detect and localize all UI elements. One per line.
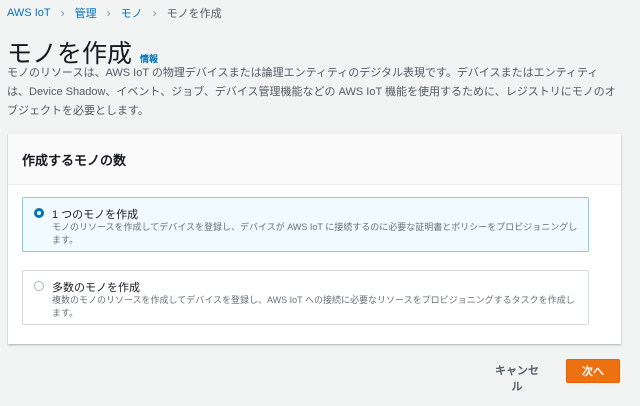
breadcrumb-aws-iot[interactable]: AWS IoT — [7, 7, 51, 19]
cancel-button[interactable]: キャンセル — [484, 361, 550, 393]
next-button[interactable]: 次へ — [566, 359, 620, 383]
breadcrumb-current: モノを作成 — [166, 8, 222, 20]
panel-header: 作成するモノの数 — [8, 134, 621, 185]
option-label: 多数のモノを作成 — [52, 282, 140, 294]
panel-title: 作成するモノの数 — [22, 152, 127, 168]
breadcrumb-manage[interactable]: 管理 — [75, 5, 97, 21]
radio-selected[interactable] — [34, 208, 44, 218]
breadcrumb: AWS IoT › 管理 › モノ › モノを作成 — [7, 5, 222, 21]
option-single-thing[interactable]: 1 つのモノを作成 モノのリソースを作成してデバイスを登録し、デバイスが AWS… — [22, 197, 589, 252]
option-label: 1 つのモノを作成 — [52, 209, 139, 221]
chevron-right-icon: › — [60, 6, 65, 20]
option-many-things[interactable]: 多数のモノを作成 複数のモノのリソースを作成してデバイスを登録し、AWS IoT… — [22, 270, 589, 325]
chevron-right-icon: › — [152, 6, 157, 20]
thing-count-panel: 作成するモノの数 1 つのモノを作成 モノのリソースを作成してデバイスを登録し、… — [8, 134, 621, 344]
chevron-right-icon: › — [106, 6, 111, 20]
option-description: モノのリソースを作成してデバイスを登録し、デバイスが AWS IoT に接続する… — [52, 222, 578, 245]
radio-unselected[interactable] — [34, 281, 44, 291]
page-description: モノのリソースは、AWS IoT の物理デバイスまたは論理エンティティのデジタル… — [7, 67, 616, 117]
option-description: 複数のモノのリソースを作成してデバイスを登録し、AWS IoT への接続に必要な… — [52, 295, 575, 318]
breadcrumb-things[interactable]: モノ — [121, 5, 143, 21]
